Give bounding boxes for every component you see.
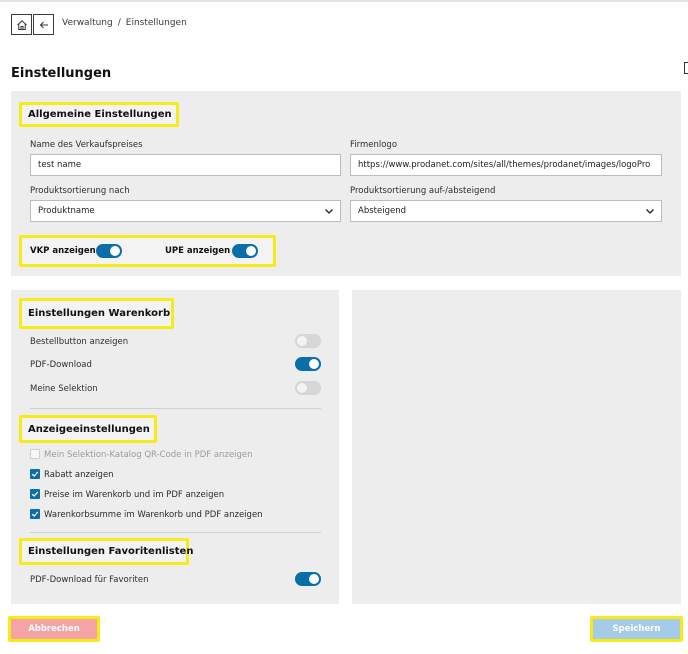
sort-select[interactable]: Produktname [30, 200, 341, 222]
sort-direction-label: Produktsortierung auf-/absteigend [350, 186, 496, 196]
vkp-toggle[interactable] [96, 244, 122, 258]
arrow-left-icon [39, 21, 48, 28]
display-settings-heading: Anzeigeeinstellungen [19, 415, 157, 443]
checkmark-icon [31, 491, 39, 497]
sort-direction-value: Absteigend [358, 206, 406, 216]
breadcrumb-item-verwaltung[interactable]: Verwaltung [62, 18, 113, 28]
sort-direction-select[interactable]: Absteigend [350, 200, 662, 222]
favorites-pdf-toggle[interactable] [295, 572, 321, 586]
cancel-button[interactable]: Abbrechen [8, 616, 100, 642]
chevron-down-icon [325, 209, 333, 214]
page-title: Einstellungen [11, 66, 112, 81]
logo-url-input[interactable]: https://www.prodanet.com/sites/all/theme… [350, 154, 662, 176]
cart-sum-checkbox[interactable] [30, 509, 40, 519]
sort-label: Produktsortierung nach [30, 186, 130, 196]
vkp-name-value: test name [38, 160, 82, 170]
top-border [0, 0, 688, 2]
checkmark-icon [31, 471, 39, 477]
prices-checkbox-label: Preise im Warenkorb und im PDF anzeigen [44, 490, 225, 500]
prices-checkbox[interactable] [30, 489, 40, 499]
breadcrumb: Verwaltung / Einstellungen [62, 18, 187, 28]
checkmark-icon [31, 511, 39, 517]
cart-item-label: Bestellbutton anzeigen [30, 337, 129, 347]
cart-sum-checkbox-label: Warenkorbsumme im Warenkorb und PDF anze… [44, 510, 263, 520]
cart-item-label: Meine Selektion [30, 384, 98, 394]
vkp-toggle-label: VKP anzeigen [30, 246, 96, 256]
vkp-name-input[interactable]: test name [30, 154, 341, 176]
breadcrumb-item-einstellungen: Einstellungen [125, 18, 187, 28]
vkp-name-label: Name des Verkaufspreises [30, 140, 143, 150]
cart-settings-heading: Einstellungen Warenkorb [19, 298, 174, 329]
favorites-settings-heading: Einstellungen Favoritenlisten [19, 538, 193, 565]
general-settings-heading: Allgemeine Einstellungen [19, 102, 179, 127]
sort-value: Produktname [38, 206, 95, 216]
pdf-download-toggle[interactable] [295, 357, 321, 371]
section-divider [30, 532, 321, 533]
back-button[interactable] [33, 14, 54, 35]
breadcrumb-separator: / [117, 18, 121, 28]
empty-side-panel [352, 290, 681, 604]
save-button[interactable]: Speichern [590, 616, 683, 642]
order-button-toggle[interactable] [295, 334, 321, 348]
qr-code-checkbox-label: Mein Selektion-Katalog QR-Code in PDF an… [44, 450, 253, 460]
section-divider [30, 408, 321, 409]
my-selection-toggle[interactable] [295, 381, 321, 395]
upe-toggle-label: UPE anzeigen [165, 246, 231, 256]
favorites-pdf-label: PDF-Download für Favoriten [30, 575, 149, 585]
chevron-down-icon [646, 209, 654, 214]
cart-item-label: PDF-Download [30, 360, 92, 370]
discount-checkbox[interactable] [30, 469, 40, 479]
home-button[interactable] [11, 14, 32, 35]
upe-toggle[interactable] [232, 244, 258, 258]
logo-label: Firmenlogo [350, 140, 398, 150]
qr-code-checkbox [30, 449, 40, 459]
home-icon [16, 19, 27, 30]
discount-checkbox-label: Rabatt anzeigen [44, 470, 114, 480]
scroll-edge-marker [684, 62, 688, 74]
logo-url-value: https://www.prodanet.com/sites/all/theme… [358, 160, 651, 170]
